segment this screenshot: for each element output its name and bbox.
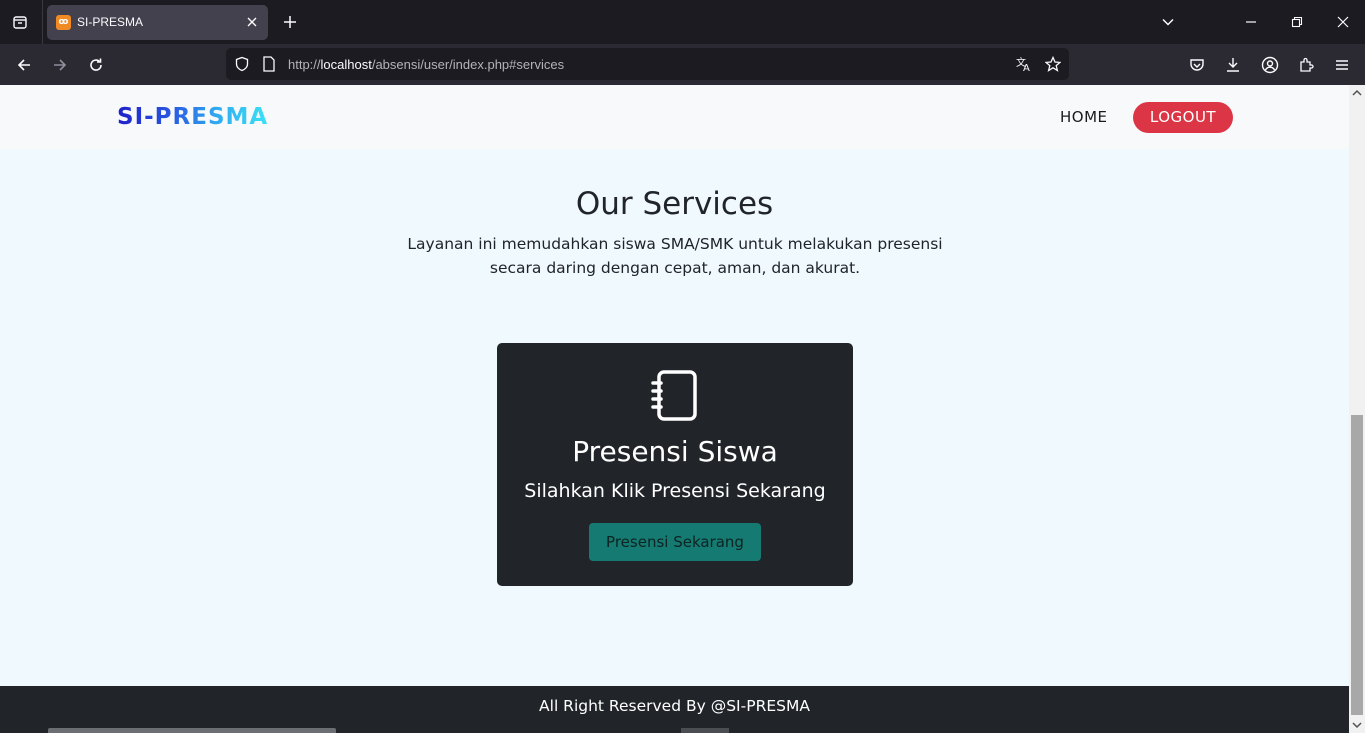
bookmark-star-icon[interactable] <box>1043 54 1063 74</box>
close-window-icon[interactable] <box>1331 10 1355 34</box>
pocket-icon[interactable] <box>1184 52 1210 78</box>
section-title: Our Services <box>575 186 774 222</box>
minimize-icon[interactable] <box>1239 10 1263 34</box>
close-tab-icon[interactable] <box>242 12 262 32</box>
back-icon[interactable] <box>11 52 37 78</box>
new-tab-icon[interactable] <box>278 10 302 34</box>
presensi-button-label: Presensi Sekarang <box>606 533 744 551</box>
site-logo[interactable]: SI-PRESMA <box>117 104 268 130</box>
scroll-down-icon[interactable] <box>1349 717 1365 733</box>
shield-icon[interactable] <box>232 54 252 74</box>
url-host: localhost <box>320 57 372 72</box>
url-prefix: http:// <box>288 57 321 72</box>
tab-list-icon[interactable] <box>6 8 34 36</box>
logout-button[interactable]: LOGOUT <box>1133 102 1233 133</box>
svg-text:A: A <box>1023 63 1030 73</box>
translate-icon[interactable]: 文A <box>1014 54 1034 74</box>
chevron-down-icon[interactable] <box>1156 10 1180 34</box>
footer: All Right Reserved By @SI-PRESMA <box>0 686 1349 733</box>
footer-divider-small <box>681 728 729 733</box>
scroll-up-icon[interactable] <box>1349 85 1365 101</box>
site-header: SI-PRESMA HOME LOGOUT <box>0 85 1349 149</box>
restore-icon[interactable] <box>1285 10 1309 34</box>
extensions-icon[interactable] <box>1293 52 1319 78</box>
service-card: Presensi Siswa Silahkan Klik Presensi Se… <box>497 343 853 586</box>
reload-icon[interactable] <box>83 52 109 78</box>
home-link[interactable]: HOME <box>1060 108 1108 126</box>
browser-tab[interactable]: ꝏ SI-PRESMA <box>47 5 268 40</box>
browser-tab-bar: ꝏ SI-PRESMA <box>0 0 1365 44</box>
download-icon[interactable] <box>1220 52 1246 78</box>
card-title: Presensi Siswa <box>572 435 778 468</box>
card-text: Silahkan Klik Presensi Sekarang <box>524 480 826 502</box>
scroll-thumb[interactable] <box>1351 415 1363 715</box>
tab-title: SI-PRESMA <box>77 15 144 29</box>
account-icon[interactable] <box>1257 52 1283 78</box>
footer-divider <box>48 728 336 733</box>
xampp-icon: ꝏ <box>56 15 71 30</box>
presensi-button[interactable]: Presensi Sekarang <box>589 523 761 561</box>
url-path: /absensi/user/index.php#services <box>371 57 565 72</box>
tab-separator <box>42 0 43 44</box>
url-text[interactable]: http://localhost/absensi/user/index.php#… <box>288 57 564 72</box>
notebook-icon <box>647 369 701 423</box>
menu-icon[interactable] <box>1329 52 1355 78</box>
page-icon[interactable] <box>259 54 279 74</box>
url-bar[interactable]: http://localhost/absensi/user/index.php#… <box>226 48 1069 80</box>
footer-text: All Right Reserved By @SI-PRESMA <box>539 697 810 715</box>
section-description: Layanan ini memudahkan siswa SMA/SMK unt… <box>407 235 943 277</box>
page-scrollbar[interactable] <box>1349 85 1365 733</box>
forward-icon[interactable] <box>47 52 73 78</box>
